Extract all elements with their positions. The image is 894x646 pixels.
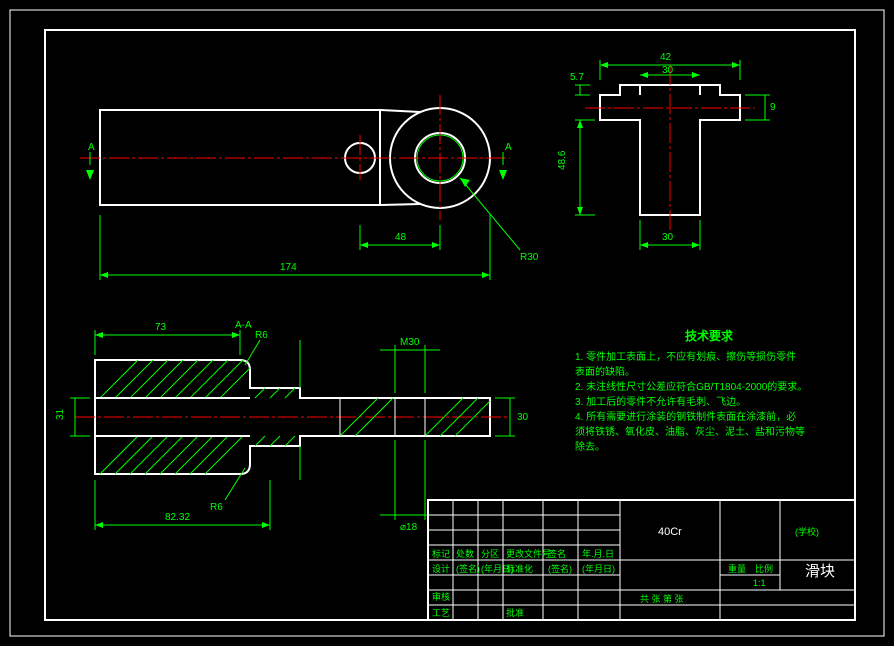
outer-border [10,10,884,636]
dim-48: 48 [395,232,407,243]
svg-text:分区: 分区 [481,549,499,559]
svg-text:签名: 签名 [548,548,566,559]
dim-30-r: 30 [517,412,529,423]
svg-text:审核: 审核 [432,591,450,602]
req-3: 3. 加工后的零件不允许有毛刺、飞边。 [575,395,746,408]
dim-48-6: 48.6 [557,150,568,170]
svg-text:工艺: 工艺 [432,608,450,618]
req-1b: 表面的缺陷。 [575,365,635,378]
req-4b: 须将铁锈、氧化皮、油脂、灰尘、泥土、盐和污物等 [575,425,805,438]
req-1a: 1. 零件加工表面上，不应有划痕、擦伤等损伤零件 [575,350,796,363]
dim-phi18: ⌀18 [400,522,418,533]
dim-m30: M30 [400,337,420,348]
svg-text:标记: 标记 [432,548,450,559]
section-view: A-A [55,320,529,533]
main-view: A A 48 174 R30 [80,95,539,280]
section-mark-left: A [88,142,95,153]
dim-42: 42 [660,52,672,63]
part-name: 滑块 [805,563,835,580]
dim-9: 9 [770,102,776,113]
svg-text:(签名): (签名) [548,563,572,574]
dim-82-32: 82.32 [165,512,190,523]
req-4a: 4. 所有需要进行涂装的钢铁制件表面在涂漆前，必 [575,410,796,423]
scale: 1:1 [753,578,766,588]
section-mark-right: A [505,142,512,153]
svg-text:比例: 比例 [755,563,773,574]
dim-30-bot: 30 [662,232,674,243]
dim-r6-bot: R6 [210,502,223,513]
dim-r6-top: R6 [255,330,268,341]
section-label: A-A [235,320,252,331]
dim-31: 31 [55,408,66,420]
school: (学校) [795,526,819,537]
svg-text:(年月日): (年月日) [582,563,615,574]
svg-text:年.月.日: 年.月.日 [582,548,614,559]
svg-text:设计: 设计 [432,563,450,574]
req-2: 2. 未注线性尺寸公差应符合GB/T1804-2000的要求。 [575,380,807,393]
req-title: 技术要求 [685,328,734,343]
dim-5-7: 5.7 [570,72,584,83]
dim-174: 174 [280,262,297,273]
svg-text:标准化: 标准化 [506,563,533,574]
title-block: 标记 处数 分区 更改文件号 签名 年.月.日 设计 (签名) (年月日) 标准… [428,500,855,620]
dim-r30: R30 [520,252,539,263]
requirements-block: 技术要求 1. 零件加工表面上，不应有划痕、擦伤等损伤零件 表面的缺陷。 2. … [575,328,807,453]
req-4c: 除去。 [575,440,605,453]
dim-30-top: 30 [662,65,674,76]
svg-text:批准: 批准 [506,607,524,618]
right-view: 42 30 5.7 9 48.6 30 [557,52,776,250]
svg-text:(签名): (签名) [456,563,480,574]
material: 40Cr [658,526,682,538]
svg-text:共 张 第 张: 共 张 第 张 [640,593,684,604]
svg-text:重量: 重量 [728,563,746,574]
svg-text:更改文件号: 更改文件号 [506,548,551,559]
inner-border [45,30,855,620]
dim-73: 73 [155,322,167,333]
svg-text:处数: 处数 [456,548,474,559]
